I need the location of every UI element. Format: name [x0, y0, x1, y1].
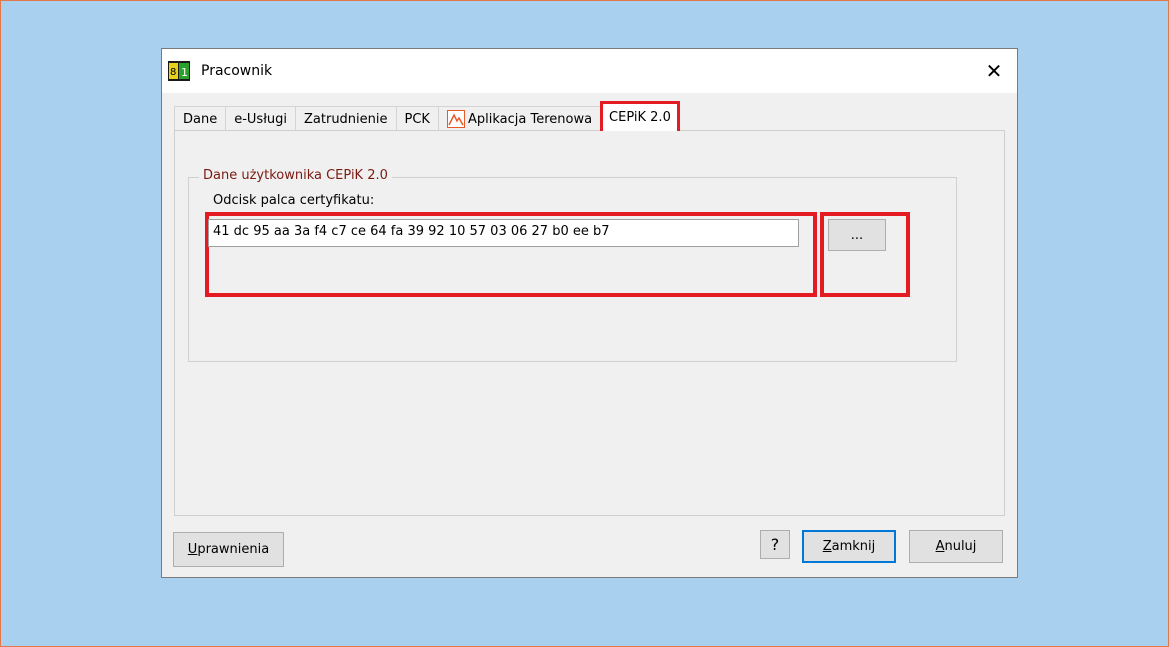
svg-text:8: 8 — [170, 67, 176, 78]
tab-cepik[interactable]: CEPiK 2.0 — [600, 101, 680, 131]
window-title: Pracownik — [201, 63, 273, 79]
tab-bar: Dane e-Usługi Zatrudnienie PCK Aplikacja… — [174, 101, 680, 131]
cancel-button[interactable]: Anuluj — [909, 530, 1003, 563]
tab-zatrudnienie[interactable]: Zatrudnienie — [295, 106, 397, 131]
svg-text:1: 1 — [181, 66, 188, 79]
tab-e-uslugi[interactable]: e-Usługi — [225, 106, 296, 131]
close-icon[interactable]: ✕ — [971, 49, 1017, 93]
app-icon: 8 1 — [168, 61, 190, 81]
tab-pck[interactable]: PCK — [395, 106, 439, 131]
fingerprint-field[interactable]: 41 dc 95 aa 3a f4 c7 ce 64 fa 39 92 10 5… — [208, 219, 799, 247]
groupbox-legend: Dane użytkownika CEPiK 2.0 — [199, 168, 392, 183]
pracownik-dialog: 8 1 Pracownik ✕ Dane e-Usługi Zatrudnien… — [161, 48, 1018, 578]
fingerprint-label: Odcisk palca certyfikatu: — [213, 193, 375, 208]
help-button[interactable]: ? — [760, 530, 790, 559]
tab-aplikacja-terenowa[interactable]: Aplikacja Terenowa — [437, 106, 602, 131]
titlebar: 8 1 Pracownik ✕ — [162, 49, 1017, 93]
tab-dane[interactable]: Dane — [174, 106, 227, 131]
aplikacja-terenowa-icon — [446, 110, 465, 128]
close-button[interactable]: Zamknij — [802, 530, 896, 563]
tab-panel: Dane użytkownika CEPiK 2.0 — [174, 130, 1005, 516]
browse-button[interactable]: ... — [828, 219, 886, 251]
permissions-button[interactable]: Uprawnienia — [173, 532, 284, 567]
